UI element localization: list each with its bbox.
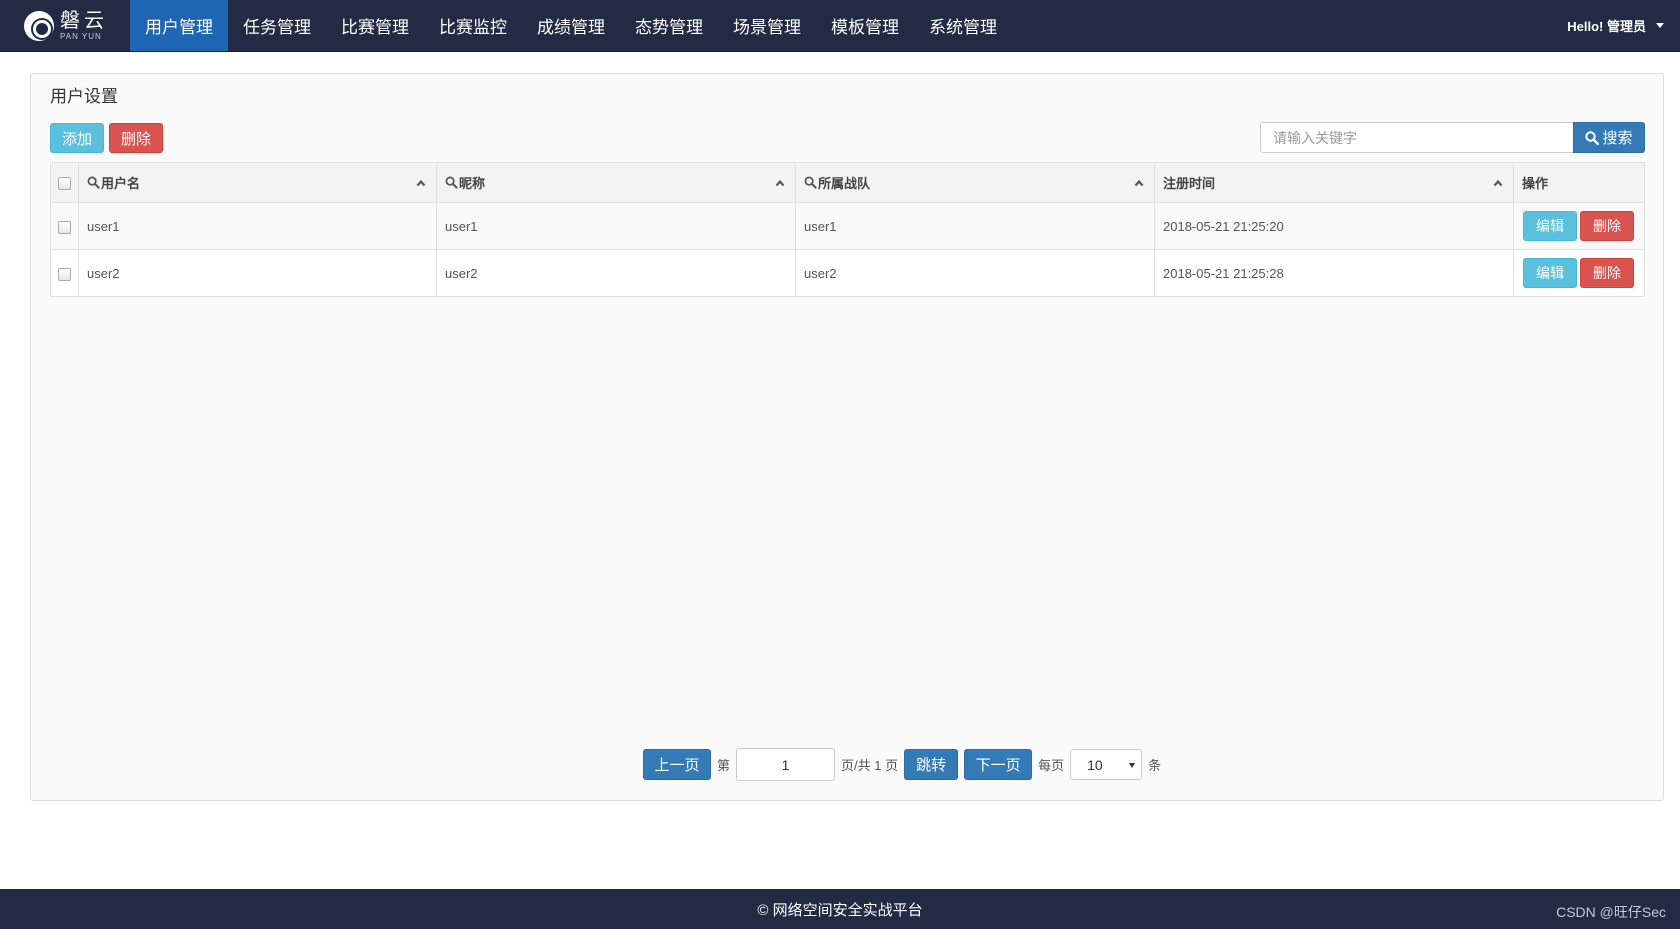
row-checkbox[interactable] bbox=[58, 267, 71, 281]
pagination: 上一页 第 页/共 1 页 跳转 下一页 每页 10 条 bbox=[643, 748, 1161, 781]
nav-item-task-management[interactable]: 任务管理 bbox=[228, 0, 326, 51]
brand-name-en: PAN YUN bbox=[60, 31, 102, 41]
cell-username: user1 bbox=[78, 202, 437, 250]
search-input[interactable] bbox=[1260, 122, 1574, 153]
panel-title: 用户设置 bbox=[50, 87, 118, 106]
column-header-nickname[interactable]: 昵称 bbox=[436, 162, 796, 203]
search-icon bbox=[87, 176, 100, 189]
cell-nickname: user1 bbox=[436, 202, 796, 250]
page-size-value: 10 bbox=[1087, 756, 1103, 773]
delete-button[interactable]: 删除 bbox=[1580, 211, 1634, 241]
next-page-button[interactable]: 下一页 bbox=[964, 749, 1033, 780]
user-table: 用户名 昵称 所属战队 注册时间 操作 user1 user1 user1 20… bbox=[50, 162, 1645, 297]
column-label-nickname: 昵称 bbox=[459, 176, 486, 191]
search-button-label: 搜索 bbox=[1602, 130, 1633, 147]
nav-item-template-management[interactable]: 模板管理 bbox=[816, 0, 914, 51]
search-icon bbox=[445, 176, 458, 189]
user-greeting: Hello! 管理员 bbox=[1567, 19, 1646, 34]
cell-registered: 2018-05-21 21:25:20 bbox=[1154, 202, 1514, 250]
search-button[interactable]: 搜索 bbox=[1573, 122, 1645, 153]
top-navbar: 磐云 PAN YUN 用户管理 任务管理 比赛管理 比赛监控 成绩管理 态势管理… bbox=[0, 0, 1680, 52]
table-row: user1 user1 user1 2018-05-21 21:25:20 编辑… bbox=[50, 202, 1645, 250]
footer-copyright: © 网络空间安全实战平台 bbox=[757, 901, 923, 919]
add-button[interactable]: 添加 bbox=[50, 123, 104, 153]
row-checkbox[interactable] bbox=[58, 220, 71, 234]
brand-logo[interactable]: 磐云 PAN YUN bbox=[0, 0, 130, 51]
column-header-username[interactable]: 用户名 bbox=[78, 162, 437, 203]
per-page-label: 每页 bbox=[1038, 758, 1065, 773]
select-all-cell bbox=[50, 162, 79, 203]
search-icon bbox=[1585, 130, 1600, 145]
nav-item-competition-management[interactable]: 比赛管理 bbox=[326, 0, 424, 51]
column-header-registered[interactable]: 注册时间 bbox=[1154, 162, 1514, 203]
cell-actions: 编辑 删除 bbox=[1513, 249, 1645, 297]
cell-team: user2 bbox=[795, 249, 1155, 297]
nav-item-scene-management[interactable]: 场景管理 bbox=[718, 0, 816, 51]
dropdown-arrow-icon bbox=[1129, 763, 1136, 768]
column-label-actions: 操作 bbox=[1522, 176, 1549, 191]
edit-button[interactable]: 编辑 bbox=[1523, 211, 1577, 241]
search-icon bbox=[804, 176, 817, 189]
edit-button[interactable]: 编辑 bbox=[1523, 258, 1577, 288]
user-menu[interactable]: Hello! 管理员 bbox=[1567, 0, 1680, 51]
nav-item-score-management[interactable]: 成绩管理 bbox=[522, 0, 620, 51]
column-header-actions: 操作 bbox=[1513, 162, 1645, 203]
table-row: user2 user2 user2 2018-05-21 21:25:28 编辑… bbox=[50, 249, 1645, 297]
sort-up-icon[interactable] bbox=[1134, 178, 1144, 188]
nav-item-system-management[interactable]: 系统管理 bbox=[914, 0, 1012, 51]
cell-registered: 2018-05-21 21:25:28 bbox=[1154, 249, 1514, 297]
row-select-cell bbox=[50, 202, 79, 250]
page-size-select[interactable]: 10 bbox=[1070, 749, 1143, 780]
nav-item-competition-monitoring[interactable]: 比赛监控 bbox=[424, 0, 522, 51]
caret-down-icon bbox=[1656, 23, 1664, 28]
page-prefix-label: 第 bbox=[717, 758, 731, 773]
csdn-watermark: CSDN @旺仔Sec bbox=[1556, 904, 1666, 920]
per-page-unit-label: 条 bbox=[1148, 758, 1162, 773]
delete-button[interactable]: 删除 bbox=[1580, 258, 1634, 288]
logo-icon bbox=[24, 10, 54, 41]
brand-name-cn: 磐云 bbox=[60, 9, 108, 32]
page-total-label: 页/共 1 页 bbox=[841, 758, 899, 773]
cell-actions: 编辑 删除 bbox=[1513, 202, 1645, 250]
sort-up-icon[interactable] bbox=[416, 178, 426, 188]
cell-team: user1 bbox=[795, 202, 1155, 250]
table-header-row: 用户名 昵称 所属战队 注册时间 操作 bbox=[50, 162, 1645, 203]
column-label-team: 所属战队 bbox=[818, 176, 871, 191]
cell-username: user2 bbox=[78, 249, 437, 297]
nav-item-situation-management[interactable]: 态势管理 bbox=[620, 0, 718, 51]
nav-item-user-management[interactable]: 用户管理 bbox=[130, 0, 228, 51]
column-header-team[interactable]: 所属战队 bbox=[795, 162, 1155, 203]
sort-up-icon[interactable] bbox=[1493, 178, 1503, 188]
page-number-input[interactable] bbox=[736, 748, 836, 781]
footer: © 网络空间安全实战平台 CSDN @旺仔Sec bbox=[0, 889, 1680, 929]
jump-button[interactable]: 跳转 bbox=[904, 749, 959, 780]
cell-nickname: user2 bbox=[436, 249, 796, 297]
sort-up-icon[interactable] bbox=[775, 178, 785, 188]
column-label-registered: 注册时间 bbox=[1163, 176, 1216, 191]
nav-menu: 用户管理 任务管理 比赛管理 比赛监控 成绩管理 态势管理 场景管理 模板管理 … bbox=[130, 0, 1012, 51]
column-label-username: 用户名 bbox=[101, 176, 141, 191]
select-all-checkbox[interactable] bbox=[58, 177, 71, 191]
bulk-delete-button[interactable]: 删除 bbox=[109, 123, 163, 153]
prev-page-button[interactable]: 上一页 bbox=[643, 749, 711, 780]
user-settings-panel: 用户设置 添加 删除 搜索 用户名 昵称 bbox=[30, 73, 1664, 801]
row-select-cell bbox=[50, 249, 79, 297]
